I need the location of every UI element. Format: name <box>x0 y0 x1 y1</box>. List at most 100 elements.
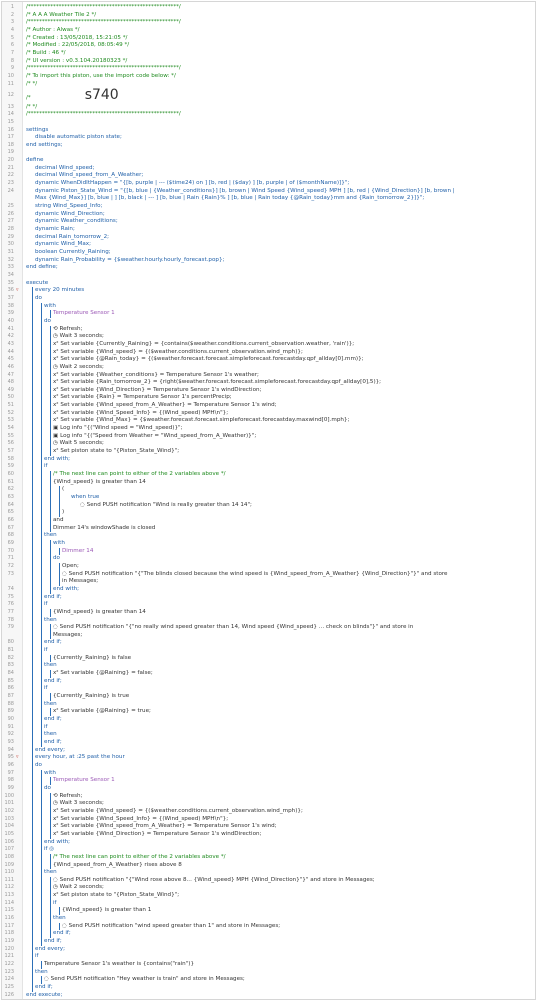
line-number: 38 <box>7 302 14 309</box>
block-guide <box>32 616 33 625</box>
line-text: define <box>26 157 44 164</box>
line-number: 60 <box>7 471 14 478</box>
block-guide <box>32 593 33 602</box>
block-guide <box>32 356 33 364</box>
line-number: 58 <box>7 455 14 462</box>
line-number: 12 <box>7 92 14 99</box>
block-guide <box>32 823 33 831</box>
line-number: 21 <box>7 164 14 171</box>
line-number: 109 <box>4 861 14 868</box>
fold-toggle-icon[interactable]: ▿ <box>16 754 21 762</box>
line-number: 57 <box>7 448 14 455</box>
block-guide <box>32 716 33 724</box>
block-guide <box>50 417 51 426</box>
line-number: 52 <box>7 409 14 416</box>
line-number: 16 <box>7 126 14 133</box>
fold-toggle-icon[interactable]: ▿ <box>16 287 21 295</box>
code-line: 112 ◷ Wait 2 seconds; <box>2 884 535 893</box>
line-text: end if; <box>53 930 71 937</box>
line-text: end if; <box>35 984 53 991</box>
line-text: Dimmer 14 <box>62 547 94 554</box>
code-line: 101 ◷ Wait 3 seconds; <box>2 800 535 808</box>
block-guide <box>41 356 42 364</box>
block-guide <box>50 562 51 571</box>
line-text: end if; <box>44 677 62 684</box>
line-text: if <box>44 685 48 692</box>
block-guide <box>41 363 42 372</box>
code-line: 118 end if; <box>2 930 535 939</box>
line-number: 29 <box>7 233 14 240</box>
line-text: then <box>44 869 57 876</box>
line-number: 98 <box>7 777 14 784</box>
code-line: 110 then <box>2 869 535 877</box>
line-text: do <box>35 761 42 768</box>
code-line: 9 /**************************************… <box>2 65 535 73</box>
block-guide <box>50 608 51 617</box>
line-number: 59 <box>7 463 14 470</box>
block-guide <box>32 631 33 640</box>
code-line: 100 ⟲ Refresh; <box>2 792 535 801</box>
block-guide <box>41 348 42 357</box>
code-line: 52 x² Set variable {Wind_Speed_Info} = {(… <box>2 409 535 418</box>
line-text: end with; <box>44 838 71 845</box>
code-line: 17 disable automatic piston state; <box>2 134 535 142</box>
block-guide <box>50 654 51 663</box>
block-guide <box>41 333 42 341</box>
block-guide <box>50 800 51 808</box>
block-guide <box>41 417 42 426</box>
code-line: 26 dynamic Wind_Direction; <box>2 211 535 219</box>
block-guide <box>41 494 42 502</box>
line-number: 122 <box>4 961 14 968</box>
line-text: x² Set variable {Wind_speed_from_A_Weath… <box>53 402 277 409</box>
code-line: 22 decimal Wind_speed_from_A_Weather; <box>2 172 535 180</box>
line-number: 44 <box>7 348 14 355</box>
block-guide <box>41 509 42 517</box>
line-text: Open; <box>62 562 79 569</box>
block-guide <box>32 294 33 303</box>
code-line: 119 end if; <box>2 938 535 946</box>
code-line: 34 <box>2 272 535 280</box>
block-guide <box>32 409 33 418</box>
block-guide <box>41 547 42 556</box>
line-number: 27 <box>7 218 14 225</box>
line-number: 116 <box>4 915 14 922</box>
block-guide <box>32 440 33 449</box>
block-guide <box>59 501 60 510</box>
block-guide <box>32 884 33 893</box>
block-guide <box>41 800 42 808</box>
block-guide <box>32 494 33 502</box>
code-line: 29 decimal Rain_tomorrow_2; <box>2 234 535 242</box>
block-guide <box>32 562 33 571</box>
line-number: 120 <box>4 945 14 952</box>
line-number: 105 <box>4 830 14 837</box>
line-number: 90 <box>7 716 14 723</box>
block-guide <box>41 394 42 403</box>
line-number: 85 <box>7 677 14 684</box>
block-guide <box>41 455 42 464</box>
line-text: ▣ Log info "{("Wind speed = "Wind_speed)… <box>53 425 183 432</box>
code-line: 44 x² Set variable {Wind_speed} = {($weat… <box>2 348 535 357</box>
block-guide <box>32 930 33 939</box>
block-guide <box>50 501 51 510</box>
line-number: 32 <box>7 256 14 263</box>
block-guide <box>41 585 42 594</box>
block-guide <box>50 394 51 403</box>
code-line: 73 ◌ Send PUSH notification "{"The blinds… <box>2 570 535 579</box>
line-text: /***************************************… <box>26 65 181 72</box>
line-text: ◷ Wait 3 seconds; <box>53 333 104 340</box>
block-guide <box>41 846 42 854</box>
block-guide <box>41 807 42 816</box>
code-line: 88 then <box>2 700 535 709</box>
block-guide <box>41 440 42 449</box>
code-line: 59 if <box>2 463 535 472</box>
block-guide <box>32 777 33 785</box>
code-line: 65) <box>2 509 535 517</box>
block-guide <box>32 532 33 540</box>
block-guide <box>50 478 51 487</box>
line-text: x² Set variable {Rain} = Temperature Sen… <box>53 394 232 401</box>
block-guide <box>32 984 33 992</box>
code-line: 2 /* A A A Weather Tile 2 */ <box>2 12 535 20</box>
line-number: 119 <box>4 938 14 945</box>
line-text: end settings; <box>26 141 63 148</box>
line-number: 112 <box>4 884 14 891</box>
